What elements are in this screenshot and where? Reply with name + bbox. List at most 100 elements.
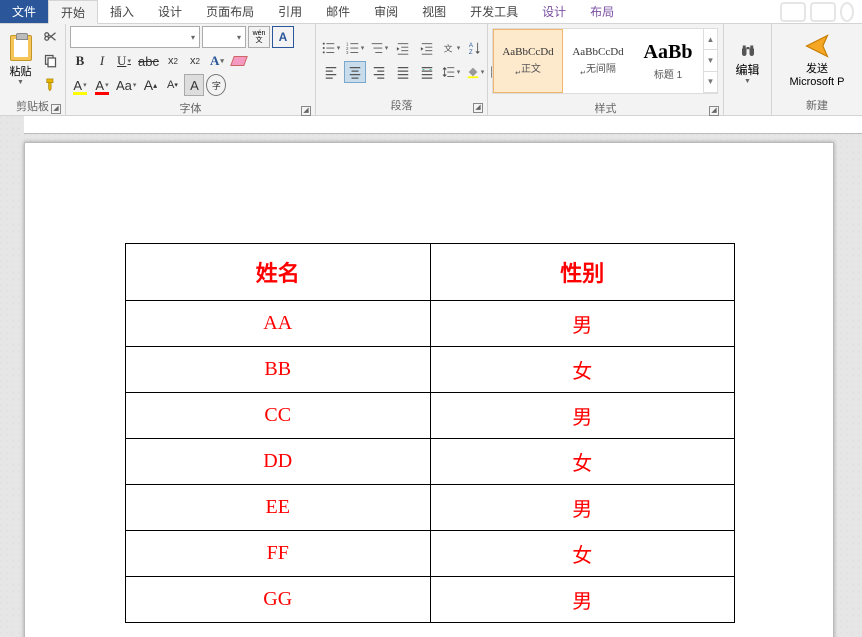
- table-cell[interactable]: 女: [430, 439, 735, 485]
- group-editing: 编辑 ▼: [724, 24, 772, 115]
- eraser-icon: [230, 56, 248, 66]
- font-color-button[interactable]: A▾: [92, 74, 112, 96]
- shading-button[interactable]: ▾: [464, 61, 486, 83]
- paint-bucket-icon: [466, 65, 480, 79]
- svg-text:文: 文: [443, 42, 452, 53]
- find-button[interactable]: 编辑 ▼: [728, 26, 767, 99]
- contextual-tab-设计[interactable]: 设计: [530, 0, 578, 23]
- style-normal[interactable]: AaBbCcDd ↵正文: [493, 29, 563, 93]
- dialog-launcher-paragraph[interactable]: ◢: [473, 103, 483, 113]
- align-center-button[interactable]: [344, 61, 366, 83]
- format-painter-button[interactable]: [39, 74, 61, 94]
- tab-邮件[interactable]: 邮件: [314, 0, 362, 23]
- svg-text:Z: Z: [469, 49, 473, 55]
- table-cell[interactable]: 女: [430, 531, 735, 577]
- tab-开始[interactable]: 开始: [48, 0, 98, 24]
- dialog-launcher-font[interactable]: ◢: [301, 106, 311, 116]
- gallery-more[interactable]: ▼: [704, 72, 717, 93]
- align-left-button[interactable]: [320, 61, 342, 83]
- ribbon-tabs-bar: 文件 开始插入设计页面布局引用邮件审阅视图开发工具 设计布局: [0, 0, 862, 24]
- multilevel-icon: [370, 41, 384, 55]
- document-table[interactable]: 姓名 性别 AA男BB女CC男DD女EE男FF女GG男: [125, 243, 735, 623]
- dialog-launcher-clipboard[interactable]: ◢: [51, 104, 61, 114]
- enclose-char-button[interactable]: 字: [206, 74, 226, 96]
- strikethrough-button[interactable]: abc: [136, 50, 161, 72]
- copy-button[interactable]: [39, 50, 61, 70]
- table-row[interactable]: BB女: [126, 347, 735, 393]
- underline-button[interactable]: U▾: [114, 50, 134, 72]
- font-size-combo[interactable]: ▾: [202, 26, 246, 48]
- phonetic-guide-button[interactable]: wén文: [248, 26, 270, 48]
- gallery-up[interactable]: ▲: [704, 29, 717, 50]
- bold-button[interactable]: B: [70, 50, 90, 72]
- table-row[interactable]: FF女: [126, 531, 735, 577]
- table-cell[interactable]: 男: [430, 485, 735, 531]
- asian-layout-button[interactable]: 文▾: [440, 37, 462, 59]
- style-preview: AaBbCcDd: [572, 46, 623, 58]
- tab-审阅[interactable]: 审阅: [362, 0, 410, 23]
- table-cell[interactable]: GG: [126, 577, 431, 623]
- contextual-tab-布局[interactable]: 布局: [578, 0, 626, 23]
- tab-插入[interactable]: 插入: [98, 0, 146, 23]
- table-cell[interactable]: FF: [126, 531, 431, 577]
- dialog-launcher-styles[interactable]: ◢: [709, 106, 719, 116]
- italic-button[interactable]: I: [92, 50, 112, 72]
- table-cell[interactable]: 女: [430, 347, 735, 393]
- char-shading-button[interactable]: A: [184, 74, 204, 96]
- line-spacing-button[interactable]: ▾: [440, 61, 462, 83]
- highlight-button[interactable]: A▾: [70, 74, 90, 96]
- table-row[interactable]: GG男: [126, 577, 735, 623]
- numbering-button[interactable]: 123▾: [344, 37, 366, 59]
- table-cell[interactable]: AA: [126, 301, 431, 347]
- tab-开发工具[interactable]: 开发工具: [458, 0, 530, 23]
- table-cell[interactable]: EE: [126, 485, 431, 531]
- align-justify-button[interactable]: [392, 61, 414, 83]
- style-no-spacing[interactable]: AaBbCcDd ↵无间隔: [563, 29, 633, 93]
- table-cell[interactable]: CC: [126, 393, 431, 439]
- table-row[interactable]: AA男: [126, 301, 735, 347]
- table-cell[interactable]: BB: [126, 347, 431, 393]
- grow-font-button[interactable]: A▴: [140, 74, 160, 96]
- char-border-button[interactable]: A: [272, 26, 294, 48]
- tab-file[interactable]: 文件: [0, 0, 48, 23]
- indent-increase-button[interactable]: [416, 37, 438, 59]
- gallery-down[interactable]: ▼: [704, 50, 717, 71]
- horizontal-ruler[interactable]: [24, 116, 862, 134]
- style-heading1[interactable]: AaBb 标题 1: [633, 29, 703, 93]
- superscript-button[interactable]: x2: [185, 50, 205, 72]
- shrink-font-button[interactable]: A▾: [162, 74, 182, 96]
- indent-icon: [420, 41, 434, 55]
- change-case-button[interactable]: Aa▾: [114, 74, 138, 96]
- brush-icon: [43, 77, 58, 92]
- indent-decrease-button[interactable]: [392, 37, 414, 59]
- table-cell[interactable]: 男: [430, 577, 735, 623]
- cut-button[interactable]: [39, 26, 61, 46]
- tab-引用[interactable]: 引用: [266, 0, 314, 23]
- multilevel-button[interactable]: ▾: [368, 37, 390, 59]
- table-cell[interactable]: DD: [126, 439, 431, 485]
- distribute-button[interactable]: [416, 61, 438, 83]
- document-page[interactable]: 姓名 性别 AA男BB女CC男DD女EE男FF女GG男: [24, 142, 834, 637]
- paste-button[interactable]: 粘贴 ▼: [4, 26, 37, 94]
- bullets-button[interactable]: ▾: [320, 37, 342, 59]
- sort-button[interactable]: AZ: [464, 37, 486, 59]
- text-effects-button[interactable]: A▾: [207, 50, 227, 72]
- style-name: ↵正文: [515, 60, 541, 77]
- group-label-new: 新建: [806, 100, 828, 112]
- tab-设计[interactable]: 设计: [146, 0, 194, 23]
- tab-页面布局[interactable]: 页面布局: [194, 0, 266, 23]
- table-header[interactable]: 性别: [430, 244, 735, 301]
- table-row[interactable]: CC男: [126, 393, 735, 439]
- subscript-button[interactable]: x2: [163, 50, 183, 72]
- tab-视图[interactable]: 视图: [410, 0, 458, 23]
- table-cell[interactable]: 男: [430, 393, 735, 439]
- table-header[interactable]: 姓名: [126, 244, 431, 301]
- copy-icon: [43, 53, 58, 68]
- table-row[interactable]: EE男: [126, 485, 735, 531]
- table-cell[interactable]: 男: [430, 301, 735, 347]
- group-font: ▾ ▾ wén文 A B I U▾ abc x2 x2 A▾ A▾: [66, 24, 316, 115]
- align-right-button[interactable]: [368, 61, 390, 83]
- table-row[interactable]: DD女: [126, 439, 735, 485]
- clear-format-button[interactable]: [229, 50, 249, 72]
- font-name-combo[interactable]: ▾: [70, 26, 200, 48]
